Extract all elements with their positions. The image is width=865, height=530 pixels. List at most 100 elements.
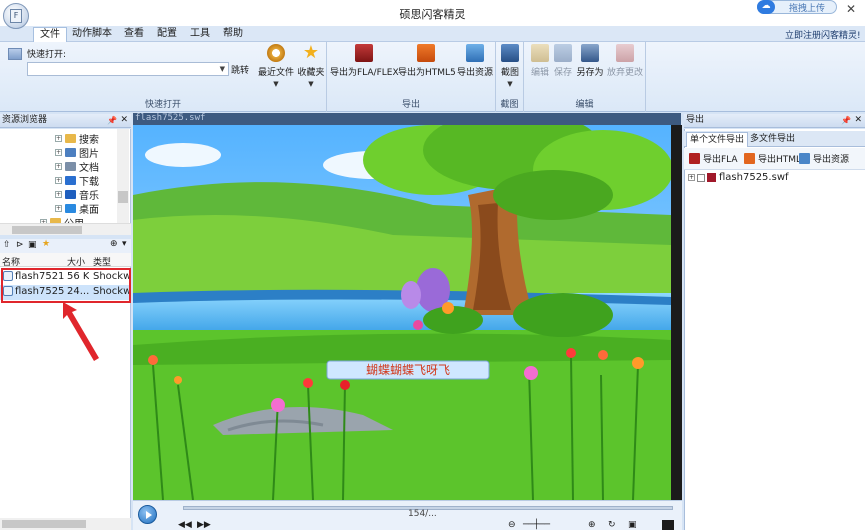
edit-button[interactable]: 编辑 [529,44,551,78]
tree-item-music[interactable]: + 音乐 [55,188,99,202]
file-list-toolbar: ⇧ ⊳ ▣ ★ ⊕ ▾ [0,239,131,253]
resources-icon [799,153,810,164]
expand-icon[interactable]: + [55,149,62,156]
rotate-icon[interactable]: ↻ [608,520,616,530]
menu-view[interactable]: 查看 [118,27,150,42]
music-note-icon [65,190,76,199]
column-name[interactable]: 名称 [2,255,20,268]
step-forward-icon[interactable]: ▶▶ [197,520,211,530]
expand-icon[interactable]: + [55,177,62,184]
tree-item-search[interactable]: + 搜索 [55,132,99,146]
download-arrow-icon [65,176,76,185]
tab-multi-export[interactable]: 多文件导出 [747,132,798,147]
pin-icon[interactable]: 📌 [107,114,117,127]
register-link[interactable]: 立即注册闪客精灵! [785,28,861,41]
menu-tools[interactable]: 工具 [184,27,216,42]
chevron-down-icon: ▼ [273,80,279,88]
tree-scrollbar[interactable] [117,129,129,223]
up-icon[interactable]: ⇧ [3,240,11,250]
documents-folder-icon [65,162,76,171]
go-button[interactable]: 跳转 [231,63,249,76]
play-icon[interactable] [138,505,157,524]
stage-side-panel [671,125,682,500]
title-bar: F 硕思闪客精灵 ☁ 拖拽上传 ✕ [0,0,865,29]
color-swatch[interactable] [662,520,674,530]
edit-group: 编辑 保存 另存为 放弃更改 编辑 [524,42,646,112]
view-icon[interactable]: ▣ [28,240,37,250]
tree-item-documents[interactable]: + 文档 [55,160,99,174]
close-icon[interactable]: ✕ [120,114,128,127]
expand-icon[interactable]: + [55,205,62,212]
menu-actionscript[interactable]: 动作脚本 [66,27,118,42]
tree-item-pictures[interactable]: + 图片 [55,146,99,160]
save-as-button[interactable]: 另存为 [575,44,605,78]
export-toolbar: 导出FLA 导出HTML5 导出资源 [684,148,865,170]
menu-arrow-icon[interactable]: ▾ [122,239,127,249]
pictures-folder-icon [65,148,76,157]
discard-changes-button[interactable]: 放弃更改 [606,44,644,78]
expand-icon[interactable]: + [688,174,695,181]
export-resources-tool[interactable]: 导出资源 [799,152,849,165]
menu-bar: 文件 动作脚本 查看 配置 工具 帮助 [0,26,865,42]
menu-file[interactable]: 文件 [33,27,67,42]
menu-config[interactable]: 配置 [151,27,183,42]
upload-button[interactable]: ☁ 拖拽上传 [757,0,837,14]
search-folder-icon [65,134,76,143]
column-type[interactable]: 类型 [93,255,111,268]
column-size[interactable]: 大小 [67,255,85,268]
star-icon: ★ [302,42,320,63]
pencil-icon [531,44,549,62]
group-label: 编辑 [575,100,594,110]
export-resources-button[interactable]: 导出资源 [455,44,495,78]
tree-item-public[interactable]: + 公用 [40,216,84,223]
swf-file-icon [707,173,716,182]
cloud-icon: ☁ [757,0,775,14]
clock-icon [267,44,285,62]
capture-icon[interactable]: ▣ [628,520,637,530]
save-button[interactable]: 保存 [552,44,574,78]
zoom-slider[interactable]: ──┼── [523,520,550,530]
chevron-down-icon[interactable]: ▼ [220,65,225,73]
favorites-button[interactable]: ★ 收藏夹 ▼ [296,42,326,89]
annotation-arrow [63,302,99,361]
back-icon[interactable]: ⊳ [16,240,24,250]
expand-icon[interactable]: + [55,191,62,198]
star-icon[interactable]: ★ [42,239,50,249]
close-icon[interactable]: ✕ [854,114,862,127]
export-file-item[interactable]: + flash7525.swf [688,172,789,183]
chevron-down-icon: ▼ [308,80,314,88]
export-html5-tool[interactable]: 导出HTML5 [744,152,807,165]
pin-icon[interactable]: 📌 [841,114,851,127]
expand-icon[interactable]: + [55,163,62,170]
zoom-in-icon[interactable]: ⊕ [588,520,596,530]
upload-label: 拖拽上传 [789,3,826,14]
group-label: 截图 [500,100,519,110]
zoom-out-icon[interactable]: ⊖ [508,520,516,530]
tree-item-desktop[interactable]: + 桌面 [55,202,99,216]
banner-text: 蝴蝶蝴蝶飞呀飞 [366,362,450,377]
flash-preview-stage[interactable]: 蝴蝶蝴蝶飞呀飞 [133,125,671,500]
tree-item-downloads[interactable]: + 下载 [55,174,99,188]
quick-open-input[interactable]: ▼ [27,62,229,76]
export-fla-button[interactable]: 导出为FLA/FLEX [330,44,399,78]
export-tabs: 单个文件导出 多文件导出 [684,131,865,147]
checkbox[interactable] [697,173,705,182]
export-fla-tool[interactable]: 导出FLA [689,152,738,165]
app-logo[interactable]: F [3,3,29,29]
step-back-icon[interactable]: ◀◀ [178,520,192,530]
menu-help[interactable]: 帮助 [217,27,249,42]
recent-files-button[interactable]: 最近文件 ▼ [257,44,295,88]
expand-icon[interactable]: + [55,135,62,142]
file-list-horizontal-scrollbar[interactable] [0,518,131,530]
resources-icon [466,44,484,62]
export-html5-button[interactable]: 导出为HTML5 [398,44,456,78]
resource-browser-title: 资源浏览器 [2,115,48,125]
export-group: 导出为FLA/FLEX 导出为HTML5 导出资源 导出 [327,42,496,112]
tree-horizontal-scrollbar[interactable] [0,223,131,235]
tab-single-export[interactable]: 单个文件导出 [686,132,749,147]
pin-icon[interactable]: ⊕ [110,239,118,249]
export-panel-header: 导出 📌 ✕ [684,114,865,128]
document-tab[interactable]: flash7525.swf [133,113,681,125]
close-icon[interactable]: ✕ [846,2,856,16]
screenshot-button[interactable]: 截图 ▼ [499,44,521,88]
